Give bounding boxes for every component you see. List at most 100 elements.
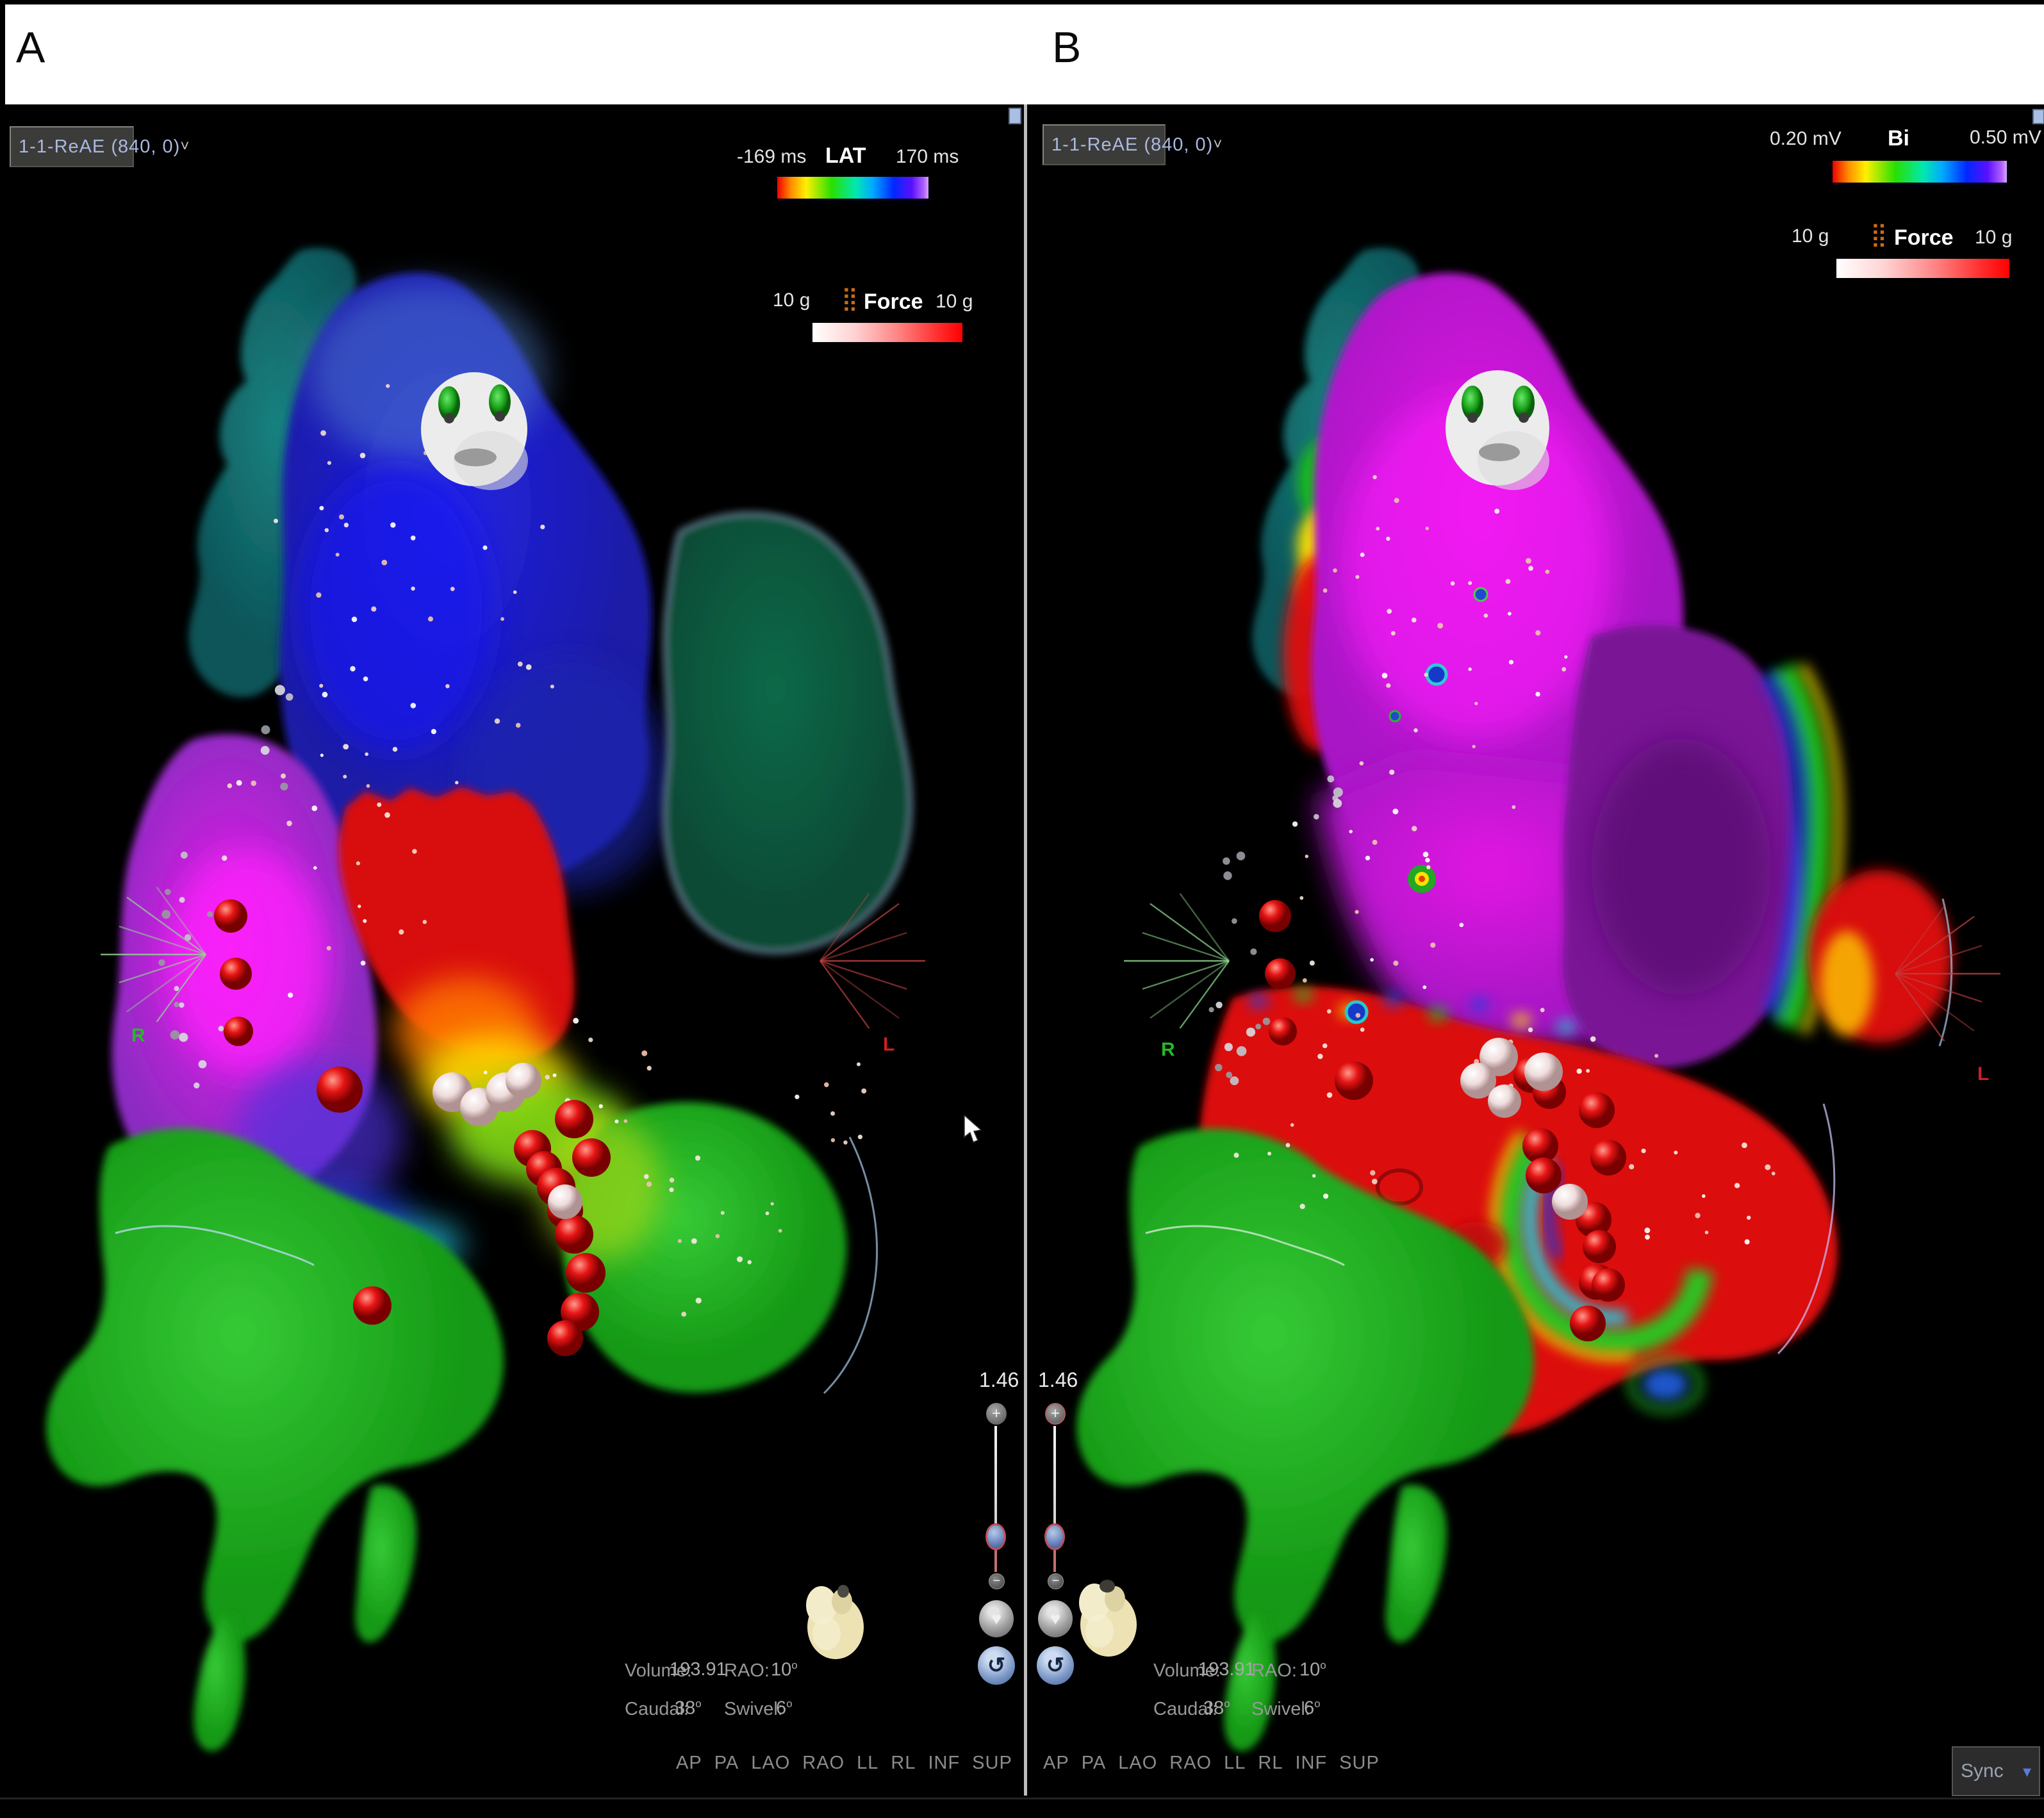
ablation-point[interactable] <box>572 1138 611 1177</box>
rao-value-b: 10o <box>1299 1659 1326 1681</box>
orientation-button[interactable]: SUP <box>972 1753 1012 1774</box>
ablation-point[interactable] <box>224 1017 253 1046</box>
map-point-dot <box>1314 814 1319 820</box>
orientation-button[interactable]: RAO <box>802 1753 845 1774</box>
ablation-point[interactable] <box>1570 1306 1606 1341</box>
bi-color-scale-bar[interactable] <box>1833 161 2007 183</box>
map-point-dot <box>1292 821 1298 826</box>
orientation-button[interactable]: SUP <box>1339 1753 1380 1774</box>
zoom-slider-track-lower-b[interactable] <box>1053 1550 1056 1572</box>
heart-view-button-b[interactable]: ♥ <box>1038 1600 1073 1637</box>
app-window: A B <box>0 0 2044 1818</box>
panel-a-window-control-icon[interactable] <box>1009 108 1021 124</box>
orientation-button[interactable]: RAO <box>1169 1753 1212 1774</box>
ablation-point[interactable] <box>317 1067 363 1113</box>
map-point-dot <box>1484 614 1488 618</box>
zoom-slider-handle-a[interactable] <box>985 1523 1006 1550</box>
map-point-dot <box>1695 1213 1700 1218</box>
zoom-slider-track-lower-a[interactable] <box>994 1550 997 1572</box>
orientation-button[interactable]: PA <box>1082 1753 1107 1774</box>
map-point-dot <box>1323 589 1328 593</box>
ablation-point[interactable] <box>1579 1092 1615 1128</box>
panel-b-window-control-icon[interactable] <box>2032 109 2044 124</box>
orientation-button[interactable]: RL <box>1258 1753 1283 1774</box>
ablation-point[interactable] <box>1526 1158 1562 1193</box>
zoom-in-button-a[interactable]: + <box>986 1403 1007 1425</box>
lat-scale-max: 170 ms <box>896 146 959 168</box>
mapping-point[interactable] <box>1488 1085 1521 1118</box>
ablation-point[interactable] <box>1259 900 1291 932</box>
mapping-point[interactable] <box>548 1184 582 1219</box>
ablation-point[interactable] <box>555 1100 593 1138</box>
mapping-point[interactable] <box>506 1063 541 1099</box>
force-color-scale-bar-a[interactable] <box>812 323 962 342</box>
map-selector-b[interactable]: 1-1-ReAE (840, 0) ˅ <box>1043 124 1166 165</box>
orientation-button[interactable]: AP <box>676 1753 702 1774</box>
map-point-dot <box>1360 761 1364 766</box>
map-point-dot <box>377 803 381 807</box>
ablation-point[interactable] <box>1583 1230 1616 1263</box>
zoom-slider-track-a[interactable] <box>994 1426 997 1536</box>
lat-color-scale-bar[interactable] <box>777 177 928 199</box>
map-selector-a[interactable]: 1-1-ReAE (840, 0) ˅ <box>10 126 134 167</box>
map-point-dot <box>1705 1231 1709 1234</box>
ablation-point[interactable] <box>220 958 252 990</box>
ablation-point[interactable] <box>1269 1017 1297 1045</box>
orientation-button[interactable]: AP <box>1043 1753 1069 1774</box>
zoom-slider-track-b[interactable] <box>1053 1426 1056 1536</box>
map-region-green-veins <box>46 1102 877 1751</box>
map-point-dot <box>1365 856 1370 860</box>
orientation-button[interactable]: LL <box>1224 1753 1246 1774</box>
ablation-point[interactable] <box>547 1320 583 1356</box>
zoom-out-button-a[interactable]: − <box>989 1573 1005 1589</box>
map-point-dot <box>1535 692 1540 696</box>
zoom-in-button-b[interactable]: + <box>1045 1403 1066 1425</box>
map-point-dot <box>1349 830 1353 833</box>
rotate-view-button-a[interactable]: ↺ <box>978 1646 1015 1685</box>
ablation-point[interactable] <box>1265 958 1296 989</box>
ablation-point[interactable] <box>566 1253 606 1293</box>
map-point-dot <box>831 1138 835 1142</box>
orientation-button[interactable]: INF <box>1295 1753 1327 1774</box>
map-point-dot <box>1386 537 1390 541</box>
map-point-dot <box>1255 1024 1261 1029</box>
map-point-dot <box>1327 1092 1333 1098</box>
map-point-dot <box>361 961 366 966</box>
heart-3d-icon-a <box>796 1577 868 1662</box>
ablation-point[interactable] <box>1592 1268 1625 1302</box>
map-point-dot <box>158 960 165 966</box>
lat-scale-title: LAT <box>825 143 866 168</box>
mapping-point[interactable] <box>1552 1184 1588 1220</box>
orientation-button[interactable]: LL <box>857 1753 878 1774</box>
map-point-dot <box>1412 618 1417 623</box>
orientation-button[interactable]: RL <box>891 1753 916 1774</box>
zoom-out-button-b[interactable]: − <box>1048 1573 1064 1589</box>
ablation-point[interactable] <box>555 1215 593 1254</box>
ablation-point[interactable] <box>1335 1061 1373 1100</box>
orientation-button[interactable]: PA <box>714 1753 739 1774</box>
mapping-point[interactable] <box>1524 1052 1563 1091</box>
sync-dropdown[interactable]: Sync ▾ <box>1952 1746 2040 1796</box>
force-color-scale-bar-b[interactable] <box>1836 259 2009 278</box>
orientation-button[interactable]: LAO <box>1118 1753 1157 1774</box>
ablation-point[interactable] <box>1590 1140 1626 1175</box>
map-point-dot <box>411 536 416 541</box>
map-point-dot <box>207 912 213 917</box>
map-point-dot <box>320 753 324 757</box>
orientation-button[interactable]: LAO <box>751 1753 790 1774</box>
ablation-point[interactable] <box>214 899 247 933</box>
map-point-dot <box>1747 1216 1751 1220</box>
map-point-dot <box>843 1140 847 1144</box>
voltage-map-3d[interactable] <box>1028 104 2044 1790</box>
panel-divider[interactable] <box>1024 104 1027 1796</box>
map-point-dot <box>1323 1044 1328 1049</box>
axis-left-marker-a: L <box>883 1034 894 1056</box>
orientation-button[interactable]: INF <box>928 1753 960 1774</box>
lat-map-3d[interactable] <box>5 104 1024 1790</box>
zoom-slider-handle-b[interactable] <box>1044 1523 1065 1550</box>
heart-view-button-a[interactable]: ♥ <box>979 1600 1014 1637</box>
map-point-dot <box>161 910 170 919</box>
bottom-separator <box>0 1798 2044 1799</box>
ablation-point[interactable] <box>353 1286 391 1325</box>
map-point-dot <box>1586 1069 1590 1073</box>
